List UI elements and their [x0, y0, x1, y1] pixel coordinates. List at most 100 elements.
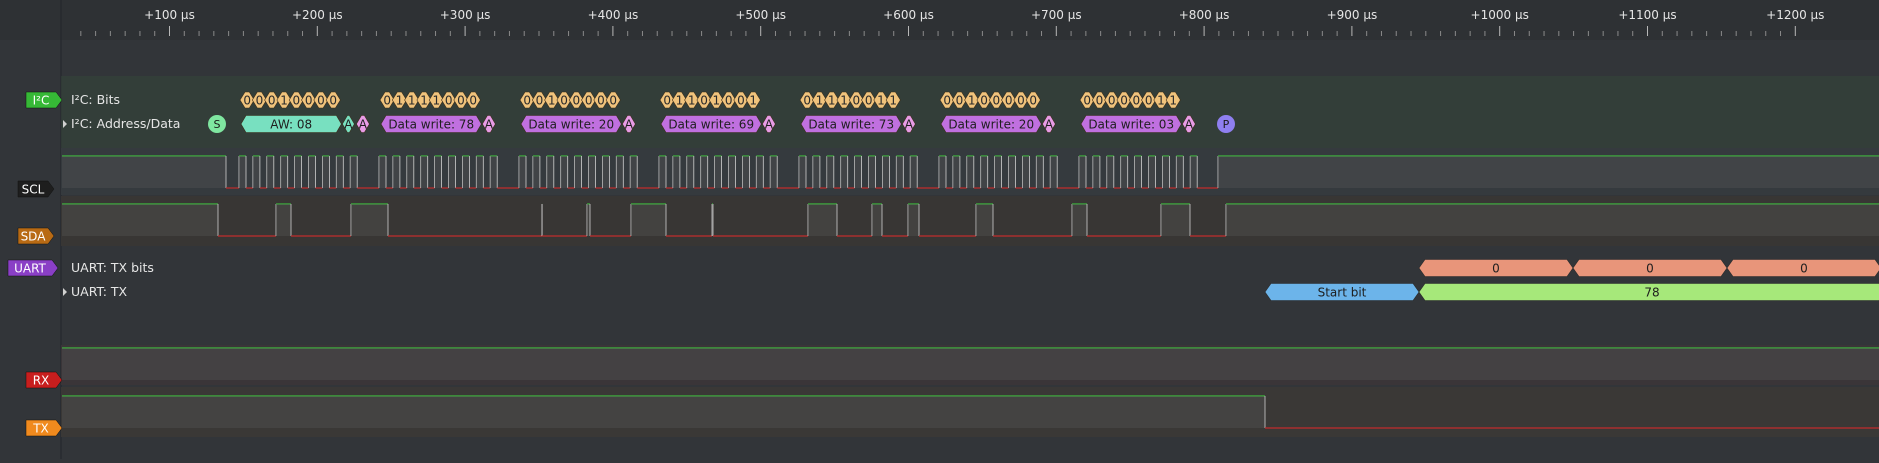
trace-fill [239, 156, 246, 188]
trace-fill [1190, 156, 1197, 188]
ack-label: A [765, 118, 774, 132]
channel-tag-uart[interactable]: UART [8, 260, 58, 276]
bit-value: 0 [573, 94, 581, 108]
channel-tag-rx[interactable]: RX [26, 372, 62, 388]
uart-start-bit[interactable]: Start bit [1265, 284, 1419, 301]
channel-tag-i2c[interactable]: I²C [26, 92, 62, 108]
trace-fill [756, 156, 763, 188]
trace-fill [673, 156, 680, 188]
uart-tx-bit[interactable]: 0 [1727, 260, 1879, 277]
trace-fill [1009, 156, 1016, 188]
bit-value: 1 [676, 94, 684, 108]
trace-fill [659, 156, 666, 188]
uart-tx-bit[interactable]: 0 [1573, 260, 1727, 277]
bit-value: 0 [1145, 94, 1153, 108]
i2c-data-annotation[interactable]: Data write: 20 [521, 116, 621, 133]
bit-value: 0 [725, 94, 733, 108]
ruler-label: +600 µs [883, 8, 934, 22]
trace-fill [309, 156, 316, 188]
decoder-row-label[interactable]: UART: TX bits [71, 260, 154, 275]
trace-fill [336, 156, 343, 188]
uart-bit-value: 0 [1646, 262, 1654, 276]
ack-label: A [625, 118, 634, 132]
bit-value: 0 [980, 94, 988, 108]
trace-fill [869, 156, 876, 188]
i2c-data-annotation[interactable]: Data write: 73 [801, 116, 901, 133]
ruler-label: +500 µs [735, 8, 786, 22]
rw-label: A [344, 118, 353, 132]
ack-label: A [485, 118, 494, 132]
trace-fill [616, 156, 623, 188]
trace-fill [976, 204, 993, 236]
trace-fill [630, 156, 637, 188]
channel-tag-label: SDA [21, 230, 47, 244]
trace-fill [547, 156, 554, 188]
trace-fill [799, 156, 806, 188]
trace-fill [421, 156, 428, 188]
trace-fill [896, 156, 903, 188]
bit-value: 0 [609, 94, 617, 108]
i2c-stop-marker[interactable]: P [1217, 115, 1235, 133]
bit-value: 1 [688, 94, 696, 108]
trace-fill [939, 156, 946, 188]
ruler-label: +900 µs [1327, 8, 1378, 22]
ruler-label: +300 µs [440, 8, 491, 22]
i2c-data-annotation[interactable]: Data write: 69 [661, 116, 761, 133]
channel-tag-sda[interactable]: SDA [18, 228, 54, 244]
trace-fill [435, 156, 442, 188]
trace-fill [62, 348, 1879, 380]
trace-fill [770, 156, 777, 188]
decoder-row-name: I²C: Address/Data [71, 116, 180, 131]
bit-value: 0 [256, 94, 264, 108]
decoder-row-label[interactable]: I²C: Address/Data [63, 116, 180, 131]
time-ruler[interactable] [0, 0, 1879, 40]
decoder-row-name: UART: TX bits [71, 260, 154, 275]
ruler-label: +800 µs [1179, 8, 1230, 22]
trace-fill [1121, 156, 1128, 188]
bit-value: 1 [840, 94, 848, 108]
bit-value: 1 [877, 94, 885, 108]
trace-fill [462, 156, 469, 188]
uart-data-byte[interactable]: 78 [1419, 284, 1879, 301]
i2c-start-marker[interactable]: S [208, 115, 226, 133]
trace-fill [519, 156, 526, 188]
trace-fill [1036, 156, 1043, 188]
decoder-row-label[interactable]: UART: TX [63, 284, 128, 299]
trace-fill [587, 204, 590, 236]
channel-tag-label: I²C [33, 94, 50, 108]
bit-value: 1 [1169, 94, 1177, 108]
logic-analyzer-view: +100 µs+200 µs+300 µs+400 µs+500 µs+600 … [0, 0, 1879, 459]
trace-fill [715, 156, 722, 188]
trace-fill [351, 204, 388, 236]
trace-fill [995, 156, 1002, 188]
trace-fill [602, 156, 609, 188]
decoder-row-label[interactable]: I²C: Bits [71, 92, 120, 107]
bit-value: 0 [853, 94, 861, 108]
rx-trace[interactable] [62, 348, 1879, 380]
ruler-label: +700 µs [1031, 8, 1082, 22]
channel-tag-scl[interactable]: SCL [18, 181, 54, 197]
i2c-address-annotation[interactable]: AW: 08 [241, 116, 341, 133]
annotation-label: Data write: 73 [808, 118, 894, 132]
i2c-data-annotation[interactable]: Data write: 03 [1081, 116, 1181, 133]
uart-tx-bit[interactable]: 0 [1419, 260, 1573, 277]
trace-fill [967, 156, 974, 188]
annotation-label: Data write: 20 [528, 118, 614, 132]
bit-value: 0 [536, 94, 544, 108]
uart-data-label: 78 [1644, 286, 1659, 300]
bit-value: 1 [816, 94, 824, 108]
channel-tag-label: SCL [22, 183, 45, 197]
trace-fill [687, 156, 694, 188]
bit-value: 1 [408, 94, 416, 108]
i2c-data-annotation[interactable]: Data write: 20 [941, 116, 1041, 133]
bit-value: 1 [396, 94, 404, 108]
trace-fill [295, 156, 302, 188]
channel-tag-tx[interactable]: TX [26, 420, 62, 436]
i2c-decoder-band [61, 76, 1879, 148]
i2c-data-annotation[interactable]: Data write: 78 [381, 116, 481, 133]
trace-fill [62, 204, 218, 236]
bit-value: 0 [293, 94, 301, 108]
bit-value: 1 [968, 94, 976, 108]
bit-value: 1 [828, 94, 836, 108]
waveform-canvas[interactable]: +100 µs+200 µs+300 µs+400 µs+500 µs+600 … [0, 0, 1879, 459]
